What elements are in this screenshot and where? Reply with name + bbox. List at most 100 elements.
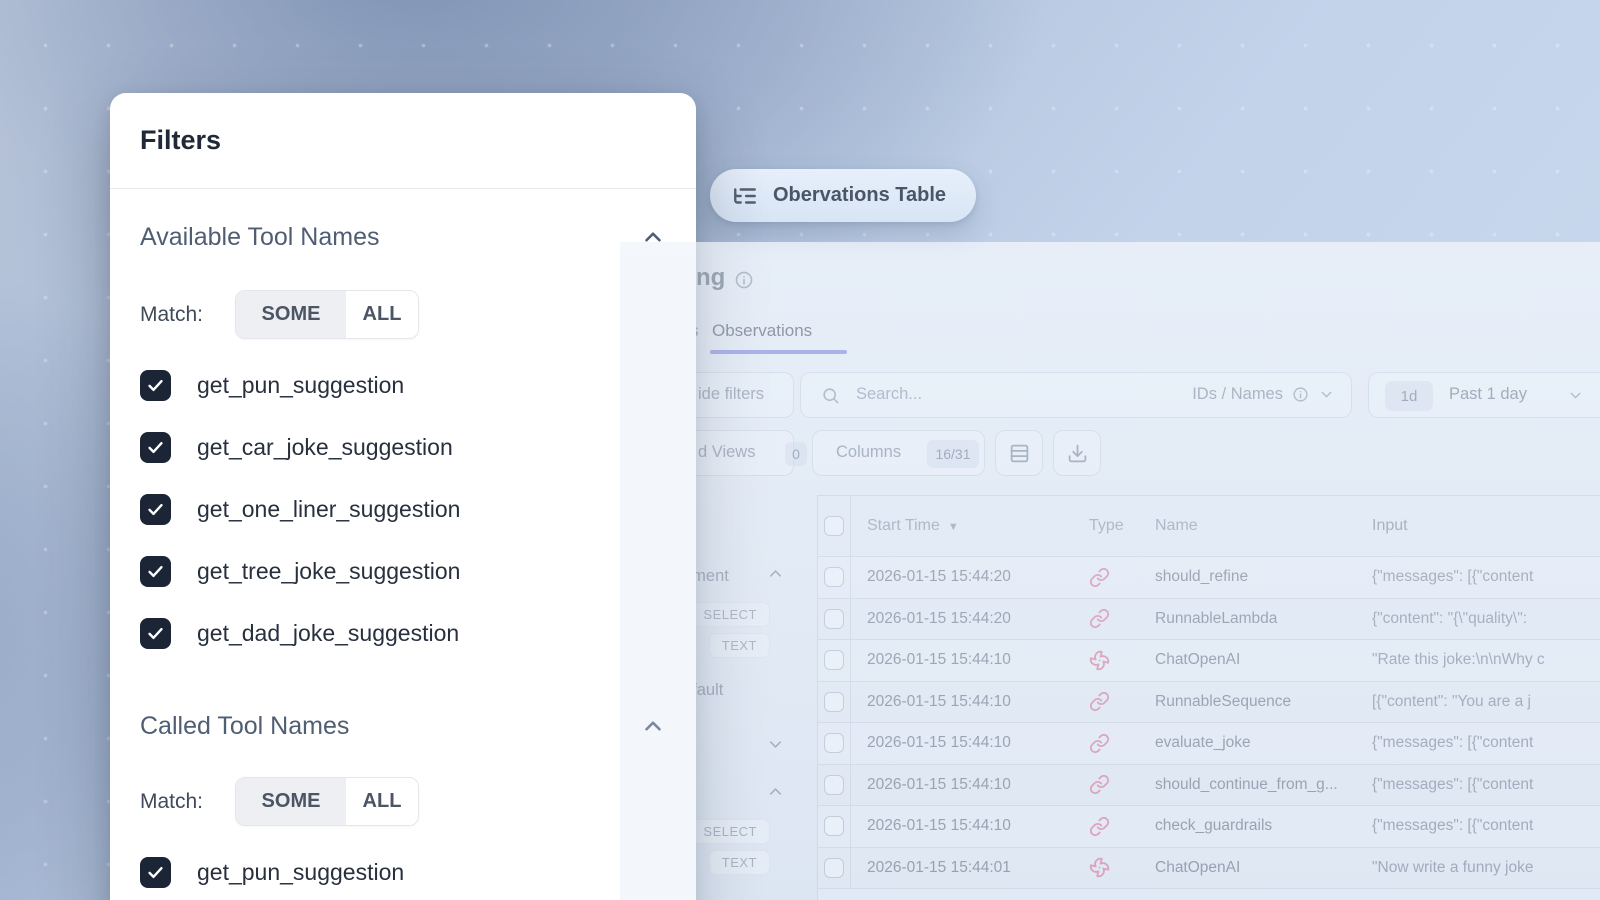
row-checkbox[interactable] xyxy=(824,858,844,878)
checked-checkbox[interactable] xyxy=(140,494,171,525)
column-header-type[interactable]: Type xyxy=(1071,517,1143,535)
table-row[interactable]: 2026-01-15 15:44:10 ChatOpenAI "Rate thi… xyxy=(818,640,1600,682)
table-body: 2026-01-15 15:44:20 should_refine {"mess… xyxy=(818,557,1600,889)
start-time-cell: 2026-01-15 15:44:10 xyxy=(851,817,1071,835)
table-row[interactable]: 2026-01-15 15:44:10 evaluate_joke {"mess… xyxy=(818,723,1600,765)
tool-name-label: get_tree_joke_suggestion xyxy=(197,558,460,585)
rows-icon xyxy=(1009,443,1030,464)
row-height-button[interactable] xyxy=(995,430,1043,476)
select-type-badge[interactable]: SELECT xyxy=(690,602,770,627)
select-type-badge[interactable]: SELECT xyxy=(690,819,770,844)
row-checkbox[interactable] xyxy=(824,692,844,712)
checked-checkbox[interactable] xyxy=(140,432,171,463)
chevron-up-icon[interactable] xyxy=(766,782,785,801)
match-row: Match: SOME ALL xyxy=(140,777,666,826)
start-time-cell: 2026-01-15 15:44:10 xyxy=(851,776,1071,794)
name-cell: should_continue_from_g... xyxy=(1143,776,1357,794)
section-title: Available Tool Names xyxy=(140,223,380,252)
match-option-all[interactable]: ALL xyxy=(346,778,418,825)
time-range-dropdown[interactable]: 1d Past 1 day xyxy=(1368,372,1600,418)
checked-checkbox[interactable] xyxy=(140,857,171,888)
match-option-some[interactable]: SOME xyxy=(236,291,346,338)
saved-views-count-badge: 0 xyxy=(785,442,807,466)
chain-link-icon xyxy=(1089,733,1110,754)
checked-checkbox[interactable] xyxy=(140,370,171,401)
saved-views-label-fragment: d Views xyxy=(698,443,755,462)
match-label: Match: xyxy=(140,303,235,327)
tool-name-filter-item[interactable]: get_pun_suggestion xyxy=(140,841,666,900)
input-cell: "Rate this joke:\n\nWhy c xyxy=(1357,651,1600,669)
text-type-badge[interactable]: TEXT xyxy=(709,850,770,875)
tool-name-filter-item[interactable]: get_dad_joke_suggestion xyxy=(140,602,666,664)
info-icon[interactable] xyxy=(734,270,754,290)
checked-checkbox[interactable] xyxy=(140,618,171,649)
tool-name-label: get_car_joke_suggestion xyxy=(197,434,453,461)
columns-label: Columns xyxy=(836,443,901,462)
tool-name-filter-item[interactable]: get_car_joke_suggestion xyxy=(140,416,666,478)
observations-table: Start Time▼ Type Name Input 2026-01-15 1… xyxy=(817,495,1600,900)
chevron-down-icon[interactable] xyxy=(766,735,785,754)
filters-panel: Filters Available Tool Names Match: SOME… xyxy=(110,93,696,900)
row-checkbox-cell xyxy=(818,765,851,806)
search-placeholder: Search... xyxy=(856,385,922,404)
table-row[interactable]: 2026-01-15 15:44:01 ChatOpenAI "Now writ… xyxy=(818,848,1600,890)
input-cell: "Now write a funny joke xyxy=(1357,859,1600,877)
start-time-cell: 2026-01-15 15:44:20 xyxy=(851,610,1071,628)
chain-link-icon xyxy=(1089,608,1110,629)
chain-link-icon xyxy=(1089,691,1110,712)
row-checkbox[interactable] xyxy=(824,650,844,670)
match-label: Match: xyxy=(140,790,235,814)
row-checkbox-cell xyxy=(818,557,851,598)
row-checkbox[interactable] xyxy=(824,567,844,587)
list-tree-icon xyxy=(732,183,758,209)
match-option-some[interactable]: SOME xyxy=(236,778,346,825)
export-button[interactable] xyxy=(1053,430,1101,476)
chevron-up-icon[interactable] xyxy=(640,713,666,739)
search-input[interactable]: Search... IDs / Names xyxy=(800,372,1352,418)
name-cell: ChatOpenAI xyxy=(1143,859,1357,877)
section-header[interactable]: Available Tool Names xyxy=(140,222,666,252)
input-cell: {"messages": [{"content xyxy=(1357,568,1600,586)
tool-name-filter-item[interactable]: get_one_liner_suggestion xyxy=(140,478,666,540)
row-checkbox-cell xyxy=(818,723,851,764)
search-scope-label: IDs / Names xyxy=(1192,385,1283,404)
tool-name-filter-item[interactable]: get_pun_suggestion xyxy=(140,354,666,416)
time-range-badge: 1d xyxy=(1385,381,1433,411)
checked-checkbox[interactable] xyxy=(140,556,171,587)
observations-table-pill-button[interactable]: Obervations Table xyxy=(710,169,976,222)
row-checkbox[interactable] xyxy=(824,733,844,753)
chevron-up-icon[interactable] xyxy=(766,564,785,583)
select-all-checkbox[interactable] xyxy=(824,516,844,536)
chevron-up-icon[interactable] xyxy=(640,224,666,250)
chevron-down-icon xyxy=(1567,387,1584,404)
section-header[interactable]: Called Tool Names xyxy=(140,711,666,741)
text-type-badge[interactable]: TEXT xyxy=(709,633,770,658)
search-scope-dropdown[interactable]: IDs / Names xyxy=(1192,385,1335,404)
start-time-cell: 2026-01-15 15:44:01 xyxy=(851,859,1071,877)
row-checkbox[interactable] xyxy=(824,609,844,629)
row-checkbox[interactable] xyxy=(824,775,844,795)
tab-observations[interactable]: Observations xyxy=(712,321,812,341)
info-icon xyxy=(1292,386,1309,403)
column-header-input[interactable]: Input xyxy=(1357,517,1600,535)
table-row[interactable]: 2026-01-15 15:44:10 RunnableSequence [{"… xyxy=(818,682,1600,724)
start-time-cell: 2026-01-15 15:44:10 xyxy=(851,693,1071,711)
start-time-cell: 2026-01-15 15:44:20 xyxy=(851,568,1071,586)
columns-button[interactable]: Columns 16/31 xyxy=(812,430,985,476)
tool-name-filter-item[interactable]: get_tree_joke_suggestion xyxy=(140,540,666,602)
filter-section-called-tool-names: Called Tool Names Match: SOME ALL get_pu… xyxy=(110,711,696,900)
column-header-name[interactable]: Name xyxy=(1143,517,1357,535)
chain-link-icon xyxy=(1089,774,1110,795)
row-checkbox[interactable] xyxy=(824,816,844,836)
table-header-row: Start Time▼ Type Name Input xyxy=(818,496,1600,557)
header-checkbox-cell xyxy=(818,496,851,556)
table-row[interactable]: 2026-01-15 15:44:10 should_continue_from… xyxy=(818,765,1600,807)
start-time-cell: 2026-01-15 15:44:10 xyxy=(851,734,1071,752)
name-cell: evaluate_joke xyxy=(1143,734,1357,752)
column-header-start-time[interactable]: Start Time▼ xyxy=(851,517,1071,535)
screenshot-stage: ng s Observations ide filters Search... … xyxy=(0,0,1600,900)
table-row[interactable]: 2026-01-15 15:44:20 RunnableLambda {"con… xyxy=(818,599,1600,641)
table-row[interactable]: 2026-01-15 15:44:10 check_guardrails {"m… xyxy=(818,806,1600,848)
table-row[interactable]: 2026-01-15 15:44:20 should_refine {"mess… xyxy=(818,557,1600,599)
match-option-all[interactable]: ALL xyxy=(346,291,418,338)
